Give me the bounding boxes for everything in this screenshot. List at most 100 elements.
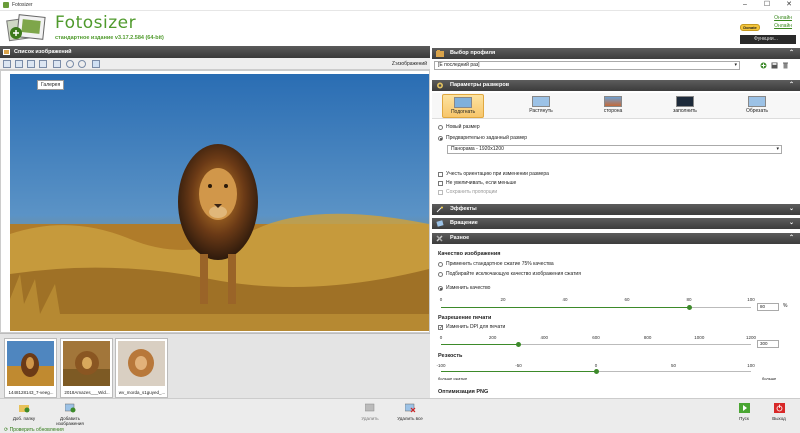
quality-match-radio[interactable]	[438, 271, 443, 277]
app-icon	[3, 2, 9, 8]
view-grid-icon[interactable]	[15, 60, 23, 68]
orientation-option[interactable]: Учесть ориентацию при изменении размера	[438, 171, 549, 177]
delete-profile-icon[interactable]	[782, 62, 789, 69]
rotate-left-icon[interactable]	[66, 60, 74, 68]
add-profile-icon[interactable]	[760, 62, 767, 69]
quality-slider-knob[interactable]	[686, 305, 692, 310]
sharpness-low-label: больше сжатые	[438, 376, 468, 381]
no-enlarge-option[interactable]: Не увеличивать, если меньше	[438, 180, 516, 186]
image-info-icon[interactable]	[92, 60, 100, 68]
quality-change-radio[interactable]	[438, 285, 443, 291]
start-label: Пуск	[739, 416, 749, 421]
dpi-value-input[interactable]: 300	[757, 340, 779, 348]
dpi-option[interactable]: ✓ Изменить DPI для печати	[438, 324, 505, 330]
quality-slider[interactable]	[441, 305, 751, 310]
dpi-slider-fill	[441, 344, 519, 345]
dpi-slider[interactable]	[441, 342, 751, 347]
mode-crop[interactable]: Обрезать	[736, 94, 778, 118]
chevron-down-icon: ⌄	[788, 220, 794, 226]
close-button[interactable]: ✕	[778, 0, 800, 11]
image-list-icon	[3, 49, 10, 55]
misc-section-header[interactable]: Разное ⌃	[432, 233, 800, 244]
thumbnail-item[interactable]: 1448128143_7-veeg...	[4, 338, 57, 398]
mode-fit[interactable]: Подогнать	[442, 94, 484, 118]
delete-all-button[interactable]: Удалить все	[390, 403, 430, 421]
fit-icon	[454, 97, 472, 108]
keep-ratio-label: Сохранить пропорции	[446, 189, 498, 195]
dpi-tick: 1200	[745, 335, 757, 340]
quality-default-radio[interactable]	[438, 261, 443, 267]
add-folder-button[interactable]: Доб. папку	[4, 403, 44, 421]
quality-match-option[interactable]: Подбирайте исключающую качество изображе…	[438, 271, 581, 277]
effects-section-header[interactable]: Эффекты ⌄	[432, 204, 800, 215]
rotation-section-title: Вращение	[450, 220, 478, 226]
effects-section-title: Эффекты	[450, 206, 477, 212]
delete-icon	[364, 403, 374, 412]
online-link[interactable]: Онлайн	[774, 15, 792, 21]
chevron-up-icon: ⌃	[788, 82, 794, 88]
chevron-up-icon: ⌃	[788, 235, 794, 241]
stretch-icon	[532, 96, 550, 107]
view-large-icon[interactable]	[3, 60, 11, 68]
mode-stretch[interactable]: Растянуть	[520, 94, 562, 118]
new-size-option[interactable]: Новый размер	[438, 124, 480, 130]
add-folder-label: Доб. папку	[12, 416, 36, 421]
window-title: Fotosizer	[12, 2, 33, 8]
quality-default-option[interactable]: Применить стандартное сжатие 75% качеств…	[438, 261, 554, 267]
sharpness-slider[interactable]	[441, 369, 751, 374]
tools-icon	[436, 235, 443, 242]
predefined-size-radio[interactable]	[438, 135, 443, 141]
sharpness-tick: -50	[515, 363, 522, 368]
functions-button[interactable]: Функции...	[740, 35, 796, 44]
dpi-tick: 800	[643, 335, 652, 340]
view-details-icon[interactable]	[39, 60, 47, 68]
sharpness-title: Резкость	[438, 353, 463, 359]
keep-ratio-checkbox[interactable]	[438, 189, 443, 195]
dpi-tick: 600	[592, 335, 600, 340]
keep-ratio-option[interactable]: Сохранить пропорции	[438, 189, 497, 195]
bottom-toolbar: Доб. папку Добавить изображения Удалить …	[0, 398, 800, 433]
title-bar: Fotosizer – ☐ ✕	[0, 0, 800, 11]
mode-side[interactable]: сторона	[592, 94, 634, 118]
start-button[interactable]: Пуск	[724, 403, 764, 421]
new-size-radio[interactable]	[438, 124, 443, 130]
quality-value-input[interactable]: 80	[757, 303, 779, 311]
view-gallery-icon[interactable]	[53, 60, 61, 68]
dpi-checkbox[interactable]: ✓	[438, 324, 443, 330]
mode-fill-label: заполнить	[673, 108, 697, 114]
minimize-button[interactable]: –	[734, 0, 756, 11]
thumbnail-item[interactable]: wv_morda_s1guyed_...	[115, 338, 168, 398]
sharpness-slider-knob[interactable]	[593, 369, 599, 374]
save-profile-icon[interactable]	[771, 62, 778, 69]
predefined-size-option[interactable]: Предварительно заданный размер	[438, 135, 527, 141]
preset-select[interactable]: Панорама - 1920x1200 ▾	[447, 145, 782, 154]
delete-all-label: Удалить все	[397, 416, 423, 421]
delete-label: Удалить	[361, 416, 379, 421]
view-list-icon[interactable]	[27, 60, 35, 68]
thumbnail-item[interactable]: 2018Amazes___Wid...	[60, 338, 113, 398]
size-section-header[interactable]: Параметры размеров ⌃	[432, 80, 800, 91]
check-updates-link[interactable]: ⟳ Проверить обновления	[4, 427, 64, 433]
rotate-right-icon[interactable]	[78, 60, 86, 68]
dpi-tick: 1000	[694, 335, 705, 340]
fill-icon	[676, 96, 694, 107]
profile-select[interactable]: [Е последний раз] ▾	[434, 61, 740, 70]
dpi-slider-knob[interactable]	[516, 342, 521, 347]
mode-fill[interactable]: заполнить	[664, 94, 706, 118]
dpi-tick: 400	[540, 335, 549, 340]
settings-link[interactable]: Онлайн	[774, 23, 792, 29]
quality-match-label: Подбирайте исключающую качество изображе…	[446, 271, 581, 277]
no-enlarge-checkbox[interactable]	[438, 180, 443, 186]
delete-button[interactable]: Удалить	[350, 403, 390, 421]
maximize-button[interactable]: ☐	[756, 0, 778, 11]
orientation-checkbox[interactable]	[438, 171, 443, 177]
profile-section-header[interactable]: Выбор профиля ⌃	[432, 48, 800, 59]
exit-button[interactable]: Выход	[759, 403, 799, 421]
quality-change-option[interactable]: Изменить качество	[438, 285, 490, 291]
thumbnail-caption: 1448128143_7-veeg...	[8, 390, 54, 395]
add-folder-icon	[18, 405, 29, 413]
donate-button[interactable]: Donate	[740, 24, 760, 31]
rotation-section-header[interactable]: Вращение ⌄	[432, 218, 800, 229]
orientation-label: Учесть ориентацию при изменении размера	[446, 171, 549, 177]
add-images-button[interactable]: Добавить изображения	[50, 403, 90, 426]
